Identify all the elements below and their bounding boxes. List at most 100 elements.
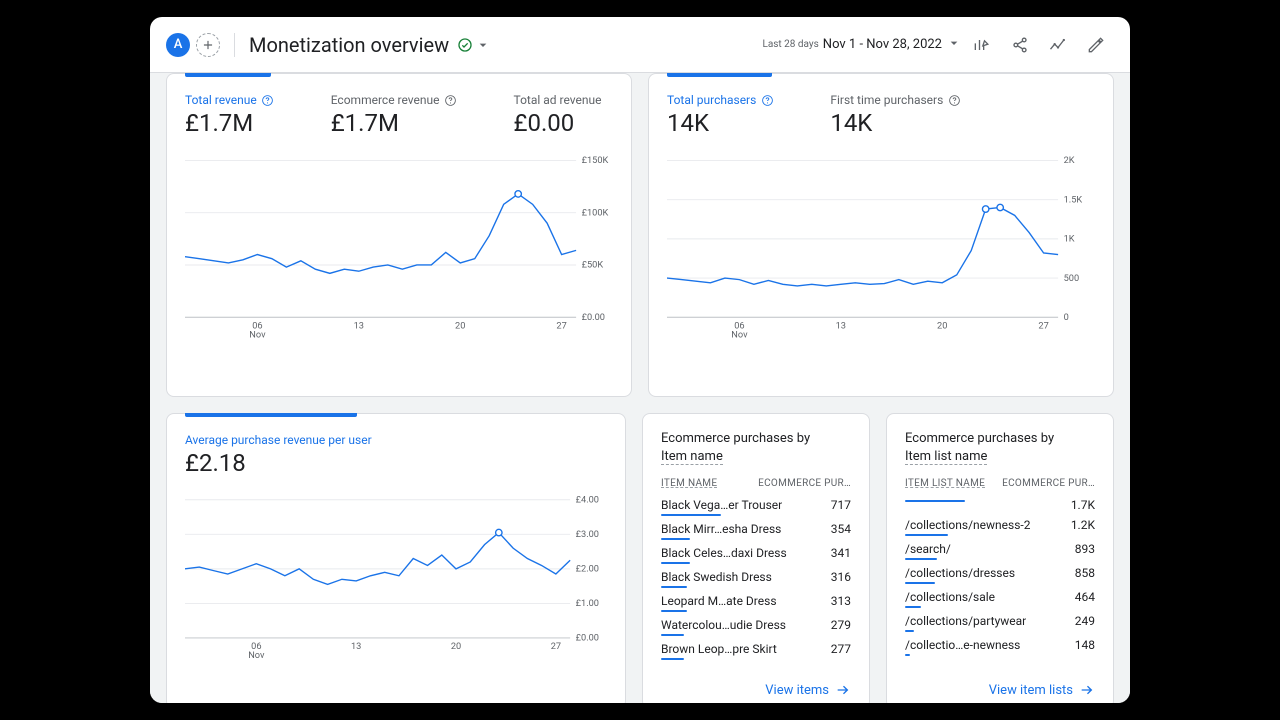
metric-tab[interactable]: Total purchasers 14K (667, 93, 774, 137)
help-icon[interactable] (760, 93, 774, 107)
status-chip[interactable] (457, 37, 491, 53)
metric-tab[interactable]: Ecommerce revenue£1.7M (331, 93, 458, 137)
help-icon[interactable] (444, 93, 458, 107)
row-name: /collections/sale (905, 590, 995, 604)
table-columns: ITEM LIST NAMEECOMMERCE PUR… (887, 470, 1113, 495)
svg-text:1.5K: 1.5K (1064, 194, 1083, 205)
table-row[interactable]: Leopard M…ate Dress313 (643, 591, 869, 615)
add-button[interactable] (196, 33, 220, 57)
row-name: /search/ (905, 542, 951, 556)
date-range[interactable]: Nov 1 - Nov 28, 2022 (823, 37, 942, 52)
insights-button[interactable] (1040, 27, 1076, 63)
row-value: 279 (831, 618, 851, 632)
row-bar (661, 562, 690, 564)
svg-text:27: 27 (551, 641, 561, 652)
header-bar: A Monetization overview Last 28 days Nov… (150, 17, 1130, 73)
svg-text:£2.00: £2.00 (576, 564, 599, 575)
svg-text:£150K: £150K (582, 155, 609, 166)
avatar[interactable]: A (166, 33, 190, 57)
view-link[interactable]: View item lists (989, 682, 1095, 698)
items-table-card: Ecommerce purchases byItem nameITEM NAME… (642, 413, 870, 703)
arpu-card: Average purchase revenue per user£2.18 £… (166, 413, 626, 703)
table-row[interactable]: /collectio…e-newness148 (887, 635, 1113, 659)
row-value: 1.7K (1071, 498, 1095, 512)
metric-label: Ecommerce revenue (331, 93, 458, 107)
table-row[interactable]: Watercolou…udie Dress 279 (643, 615, 869, 639)
metric-tab[interactable]: Total ad revenue£0.00 (514, 93, 602, 137)
date-prefix: Last 28 days (762, 39, 818, 50)
row-value: 316 (831, 570, 851, 584)
row-name: /collections/dresses (905, 566, 1015, 580)
table-row[interactable]: Black Celes…daxi Dress341 (643, 543, 869, 567)
share-button[interactable] (1002, 27, 1038, 63)
metric-label: Average purchase revenue per user (185, 433, 372, 447)
metric-label: Total revenue (185, 93, 275, 107)
page-title: Monetization overview (249, 33, 449, 57)
row-bar (661, 634, 684, 636)
svg-text:13: 13 (836, 320, 846, 331)
help-icon[interactable] (947, 93, 961, 107)
chart-edit-icon (972, 35, 992, 55)
table-row[interactable]: /search/893 (887, 539, 1113, 563)
table-title: Ecommerce purchases byItem name (643, 414, 869, 470)
svg-text:£0.00: £0.00 (576, 633, 599, 644)
table-row[interactable]: /collections/dresses858 (887, 563, 1113, 587)
table-row[interactable]: /collections/partywear 249 (887, 611, 1113, 635)
item-lists-table-card: Ecommerce purchases byItem list nameITEM… (886, 413, 1114, 703)
svg-text:Nov: Nov (249, 330, 266, 341)
row-name: /collections/newness-2 (905, 518, 1030, 532)
row-bar (661, 658, 684, 660)
metric-label: Total purchasers (667, 93, 774, 107)
row-bar (905, 500, 965, 502)
app-window: A Monetization overview Last 28 days Nov… (150, 17, 1130, 703)
row-bar (661, 610, 687, 612)
table-row[interactable]: Brown Leop…pre Skirt277 (643, 639, 869, 663)
row-name: Watercolou…udie Dress (661, 618, 786, 632)
row-name: Black Vega…er Trouser (661, 498, 782, 512)
arrow-right-icon (1079, 682, 1095, 698)
row-value: 249 (1075, 614, 1095, 628)
revenue-card: Total revenue£1.7M Ecommerce revenue£1.7M… (166, 73, 632, 397)
row-bar (661, 514, 721, 516)
svg-text:500: 500 (1064, 273, 1080, 284)
share-icon (1010, 35, 1030, 55)
edit-button[interactable] (1078, 27, 1114, 63)
table-row[interactable]: Black Vega…er Trouser 717 (643, 495, 869, 519)
row-bar (905, 606, 921, 608)
row-value: 464 (1075, 590, 1095, 604)
svg-text:Nov: Nov (248, 650, 265, 661)
date-chevron[interactable] (946, 35, 962, 55)
view-link[interactable]: View items (765, 682, 851, 698)
svg-text:£3.00: £3.00 (576, 529, 599, 540)
row-bar (905, 582, 935, 584)
metric-value: 14K (830, 109, 961, 137)
table-row[interactable]: Black Mirr…esha Dress354 (643, 519, 869, 543)
metric-tab[interactable]: First time purchasers 14K (830, 93, 961, 137)
row-bar (661, 538, 690, 540)
help-icon[interactable] (261, 93, 275, 107)
row-name: /collections/partywear (905, 614, 1026, 628)
row-bar (905, 534, 948, 536)
table-row[interactable]: /collections/newness-21.2K (887, 515, 1113, 539)
table-row[interactable]: /collections/sale 464 (887, 587, 1113, 611)
row-value: 277 (831, 642, 851, 656)
metric-value: 14K (667, 109, 774, 137)
insights-icon (1048, 35, 1068, 55)
table-row[interactable]: Black Swedish Dress316 (643, 567, 869, 591)
metric-label: First time purchasers (830, 93, 961, 107)
metric-tab[interactable]: Average purchase revenue per user£2.18 (185, 433, 372, 477)
row-name: Leopard M…ate Dress (661, 594, 777, 608)
svg-text:£100K: £100K (582, 207, 609, 218)
row-value: 717 (831, 498, 851, 512)
metric-tab[interactable]: Total revenue£1.7M (185, 93, 275, 137)
table-row[interactable]: 1.7K (887, 495, 1113, 515)
content-area: Total revenue£1.7M Ecommerce revenue£1.7M… (150, 73, 1130, 703)
svg-text:£0.00: £0.00 (582, 312, 605, 323)
row-bar (905, 654, 910, 656)
svg-text:27: 27 (1038, 320, 1048, 331)
row-name: Black Celes…daxi Dress (661, 546, 787, 560)
svg-text:13: 13 (351, 641, 361, 652)
table-columns: ITEM NAMEECOMMERCE PUR… (643, 470, 869, 495)
svg-text:27: 27 (556, 320, 566, 331)
customize-button[interactable] (964, 27, 1000, 63)
